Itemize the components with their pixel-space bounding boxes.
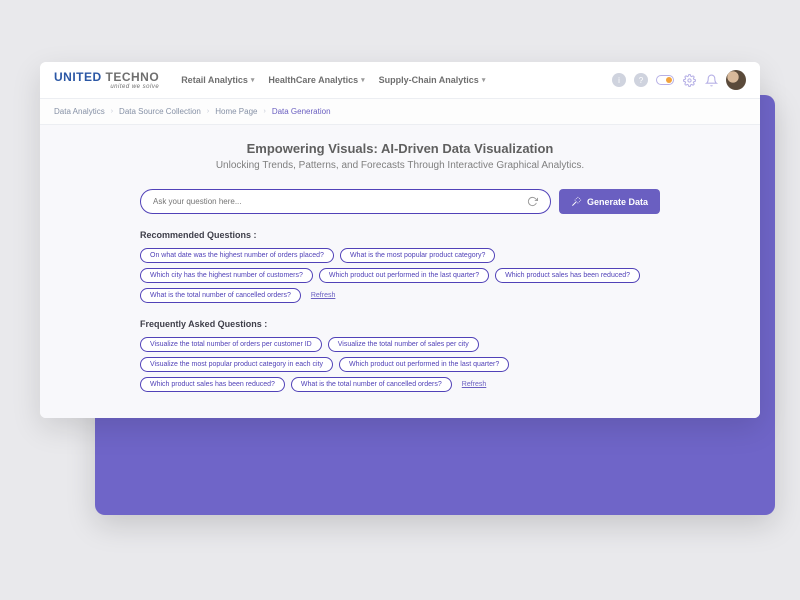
question-chip[interactable]: Which city has the highest number of cus… bbox=[140, 268, 313, 283]
nav-retail-analytics[interactable]: Retail Analytics ▾ bbox=[181, 75, 254, 85]
question-chip[interactable]: What is the total number of cancelled or… bbox=[291, 377, 452, 392]
section-title: Recommended Questions : bbox=[140, 230, 660, 240]
chevron-down-icon: ▾ bbox=[482, 76, 486, 84]
refresh-icon[interactable] bbox=[527, 196, 538, 207]
gear-icon[interactable] bbox=[682, 73, 696, 87]
logo-word-1: UNITED bbox=[54, 70, 102, 84]
chevron-right-icon: › bbox=[207, 108, 209, 115]
breadcrumb-item[interactable]: Data Analytics bbox=[54, 107, 105, 116]
section-title: Frequently Asked Questions : bbox=[140, 319, 660, 329]
navbar: UNITED TECHNO united we solve Retail Ana… bbox=[40, 62, 760, 99]
nav-healthcare-analytics[interactable]: HealthCare Analytics ▾ bbox=[268, 75, 364, 85]
nav-label: Retail Analytics bbox=[181, 75, 248, 85]
info-icon[interactable]: i bbox=[612, 73, 626, 87]
content: Empowering Visuals: AI-Driven Data Visua… bbox=[40, 125, 760, 418]
search-box[interactable] bbox=[140, 189, 551, 214]
chevron-right-icon: › bbox=[111, 108, 113, 115]
question-chip[interactable]: Visualize the total number of sales per … bbox=[328, 337, 479, 352]
search-row: Generate Data bbox=[140, 189, 660, 214]
question-chip[interactable]: What is the most popular product categor… bbox=[340, 248, 495, 263]
question-chip[interactable]: Which product sales has been reduced? bbox=[495, 268, 640, 283]
theme-toggle[interactable] bbox=[656, 75, 674, 85]
breadcrumb-current: Data Generation bbox=[272, 107, 331, 116]
logo-tagline: united we solve bbox=[54, 84, 159, 90]
nav-links: Retail Analytics ▾ HealthCare Analytics … bbox=[181, 75, 485, 85]
chevron-right-icon: › bbox=[263, 108, 265, 115]
generate-data-button[interactable]: Generate Data bbox=[559, 189, 660, 214]
nav-icons: i ? bbox=[612, 70, 746, 90]
breadcrumb: Data Analytics › Data Source Collection … bbox=[40, 99, 760, 125]
generate-label: Generate Data bbox=[587, 197, 648, 207]
question-chip[interactable]: Which product out performed in the last … bbox=[339, 357, 509, 372]
breadcrumb-item[interactable]: Data Source Collection bbox=[119, 107, 201, 116]
question-chip[interactable]: Visualize the total number of orders per… bbox=[140, 337, 322, 352]
chevron-down-icon: ▾ bbox=[251, 76, 255, 84]
recommended-section: Recommended Questions : On what date was… bbox=[140, 230, 660, 303]
question-chip[interactable]: What is the total number of cancelled or… bbox=[140, 288, 301, 303]
faq-chips: Visualize the total number of orders per… bbox=[140, 337, 660, 392]
page-subtitle: Unlocking Trends, Patterns, and Forecast… bbox=[140, 160, 660, 171]
nav-label: Supply-Chain Analytics bbox=[379, 75, 479, 85]
search-input[interactable] bbox=[153, 197, 527, 206]
page-title: Empowering Visuals: AI-Driven Data Visua… bbox=[140, 141, 660, 156]
app-window: UNITED TECHNO united we solve Retail Ana… bbox=[40, 62, 760, 418]
bell-icon[interactable] bbox=[704, 73, 718, 87]
nav-label: HealthCare Analytics bbox=[268, 75, 358, 85]
question-chip[interactable]: On what date was the highest number of o… bbox=[140, 248, 334, 263]
recommended-chips: On what date was the highest number of o… bbox=[140, 248, 660, 303]
help-icon[interactable]: ? bbox=[634, 73, 648, 87]
nav-supplychain-analytics[interactable]: Supply-Chain Analytics ▾ bbox=[379, 75, 486, 85]
wand-icon bbox=[571, 196, 582, 207]
breadcrumb-item[interactable]: Home Page bbox=[215, 107, 257, 116]
refresh-link[interactable]: Refresh bbox=[462, 381, 487, 388]
question-chip[interactable]: Which product sales has been reduced? bbox=[140, 377, 285, 392]
faq-section: Frequently Asked Questions : Visualize t… bbox=[140, 319, 660, 392]
logo-word-2: TECHNO bbox=[106, 70, 160, 84]
avatar[interactable] bbox=[726, 70, 746, 90]
refresh-link[interactable]: Refresh bbox=[311, 292, 336, 299]
question-chip[interactable]: Visualize the most popular product categ… bbox=[140, 357, 333, 372]
logo: UNITED TECHNO united we solve bbox=[54, 71, 159, 90]
chevron-down-icon: ▾ bbox=[361, 76, 365, 84]
question-chip[interactable]: Which product out performed in the last … bbox=[319, 268, 489, 283]
